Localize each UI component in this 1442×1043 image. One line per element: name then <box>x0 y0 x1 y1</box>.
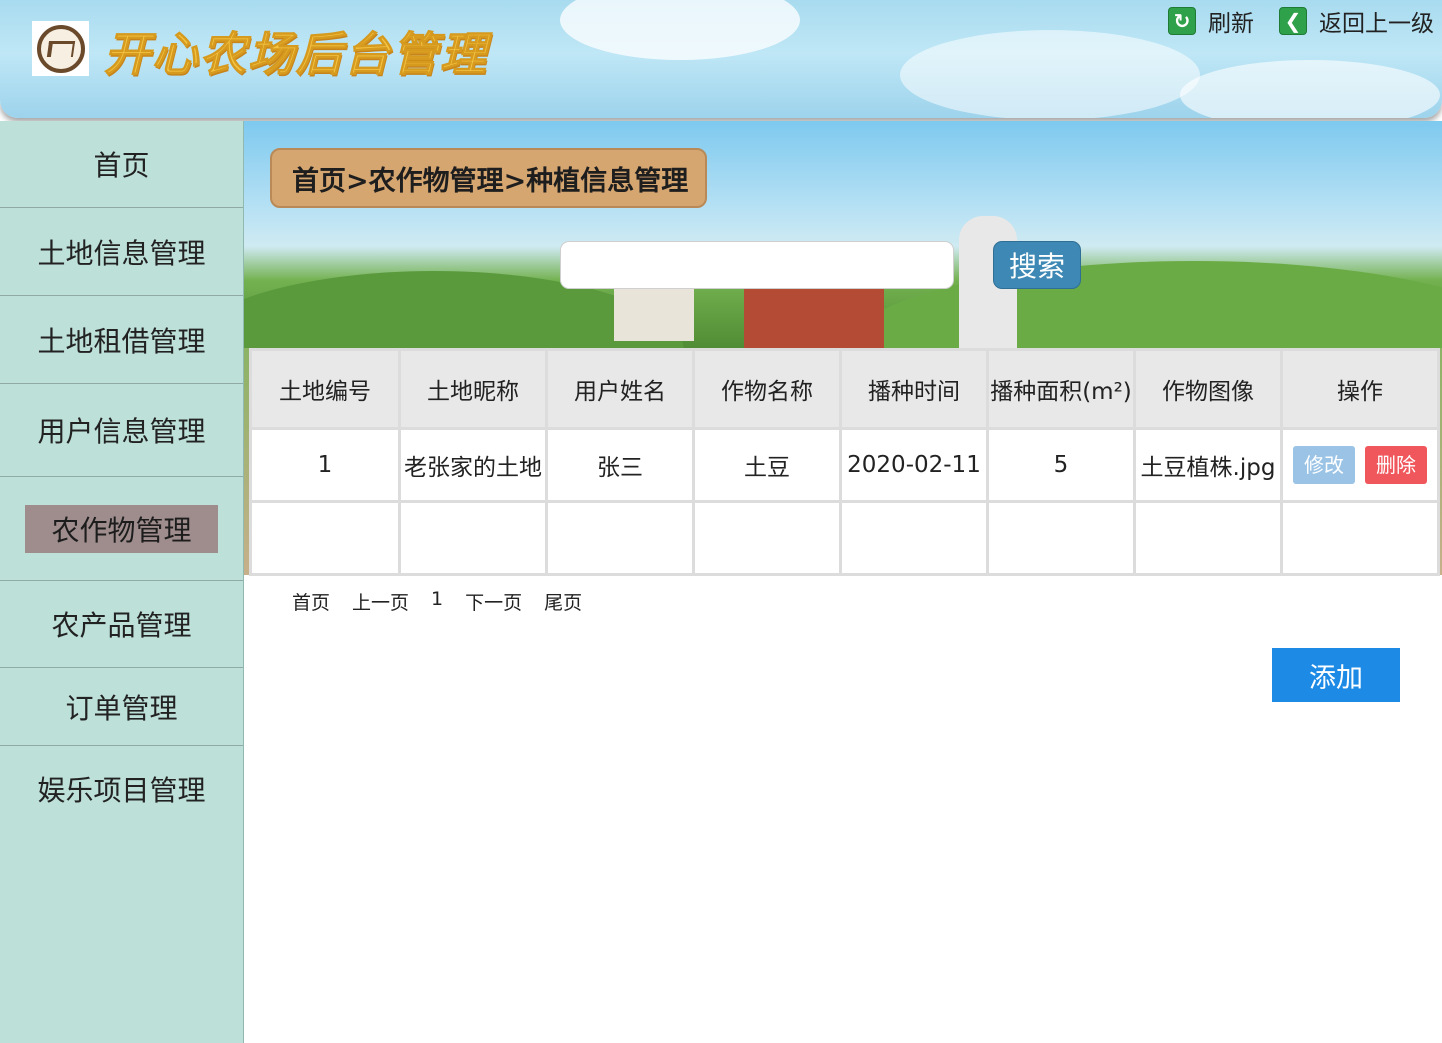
site-logo <box>32 21 89 76</box>
refresh-icon: ↻ <box>1168 7 1196 35</box>
sidebar-item-produce[interactable]: 农产品管理 <box>0 581 243 668</box>
sidebar-item-user-info[interactable]: 用户信息管理 <box>0 384 243 477</box>
sidebar-item-label-active: 农作物管理 <box>25 504 218 553</box>
table-cell <box>1280 500 1440 576</box>
back-link[interactable]: ❮ 返回上一级 <box>1279 6 1434 37</box>
sidebar-item-label: 土地租借管理 <box>37 324 206 358</box>
sidebar-item-label: 农产品管理 <box>51 609 192 642</box>
table-cell <box>692 500 842 576</box>
refresh-link[interactable]: ↻ 刷新 <box>1168 6 1254 37</box>
table-cell <box>1133 500 1283 576</box>
table-cell: 老张家的土地 <box>398 427 548 503</box>
cloud-decoration <box>1180 60 1440 118</box>
pager-next[interactable]: 下一页 <box>465 588 522 615</box>
sidebar-item-label: 订单管理 <box>65 691 178 725</box>
back-arrow-icon: ❮ <box>1279 7 1307 35</box>
column-header: 播种面积(m²) <box>986 348 1136 430</box>
pager-last[interactable]: 尾页 <box>544 588 582 615</box>
breadcrumb: 首页>农作物管理>种植信息管理 <box>270 148 707 208</box>
header-banner: 开心农场后台管理 ↻ 刷新 ❮ 返回上一级 <box>0 0 1442 118</box>
table-cell: 张三 <box>545 427 695 503</box>
table-cell <box>398 500 548 576</box>
pager-first[interactable]: 首页 <box>292 588 330 615</box>
sidebar-item-orders[interactable]: 订单管理 <box>0 668 243 746</box>
table-cell: 5 <box>986 427 1136 503</box>
column-header: 作物图像 <box>1133 348 1283 430</box>
add-button[interactable]: 添加 <box>1272 648 1400 702</box>
column-header: 用户姓名 <box>545 348 695 430</box>
refresh-label: 刷新 <box>1208 11 1254 37</box>
sidebar: 首页 土地信息管理 土地租借管理 用户信息管理 农作物管理 农产品管理 订单管理… <box>0 121 244 1043</box>
sidebar-item-home[interactable]: 首页 <box>0 121 243 208</box>
cloud-decoration <box>900 30 1200 118</box>
site-title: 开心农场后台管理 <box>104 27 488 82</box>
edit-button[interactable]: 修改 <box>1293 446 1355 484</box>
farm-logo-icon <box>36 24 85 73</box>
table-cell <box>545 500 695 576</box>
pager-current: 1 <box>431 588 444 610</box>
sidebar-item-label: 娱乐项目管理 <box>37 774 206 807</box>
sidebar-item-label: 土地信息管理 <box>37 236 206 270</box>
table-cell <box>839 500 989 576</box>
column-header: 播种时间 <box>839 348 989 430</box>
table-header-row: 土地编号 土地昵称 用户姓名 作物名称 播种时间 播种面积(m²) 作物图像 操… <box>249 348 1440 430</box>
table-cell: 土豆 <box>692 427 842 503</box>
column-header: 作物名称 <box>692 348 842 430</box>
planting-table: 土地编号 土地昵称 用户姓名 作物名称 播种时间 播种面积(m²) 作物图像 操… <box>249 348 1440 576</box>
sidebar-item-label: 首页 <box>93 149 150 182</box>
table-cell: 2020-02-11 <box>839 427 989 503</box>
pager-prev[interactable]: 上一页 <box>352 588 409 615</box>
cloud-decoration <box>560 0 800 60</box>
pagination: 首页 上一页 1 下一页 尾页 <box>292 588 604 615</box>
sidebar-item-label: 用户信息管理 <box>37 415 206 448</box>
back-label: 返回上一级 <box>1319 11 1434 37</box>
search-button[interactable]: 搜索 <box>993 241 1081 289</box>
table-cell <box>986 500 1136 576</box>
table-cell <box>249 500 401 576</box>
table-cell: 1 <box>249 427 401 503</box>
sidebar-item-crops[interactable]: 农作物管理 <box>0 477 243 581</box>
column-header: 操作 <box>1280 348 1440 430</box>
delete-button[interactable]: 删除 <box>1365 446 1427 484</box>
actions-cell: 修改 删除 <box>1280 427 1440 503</box>
column-header: 土地昵称 <box>398 348 548 430</box>
sidebar-item-entertainment[interactable]: 娱乐项目管理 <box>0 746 243 832</box>
column-header: 土地编号 <box>249 348 401 430</box>
sidebar-item-land-info[interactable]: 土地信息管理 <box>0 208 243 296</box>
table-row-empty <box>249 500 1440 576</box>
barn-shape <box>614 281 694 341</box>
table-cell: 土豆植株.jpg <box>1133 427 1283 503</box>
sidebar-item-land-rental[interactable]: 土地租借管理 <box>0 296 243 384</box>
table-row: 1 老张家的土地 张三 土豆 2020-02-11 5 土豆植株.jpg 修改删… <box>249 427 1440 503</box>
search-input[interactable] <box>560 241 954 289</box>
